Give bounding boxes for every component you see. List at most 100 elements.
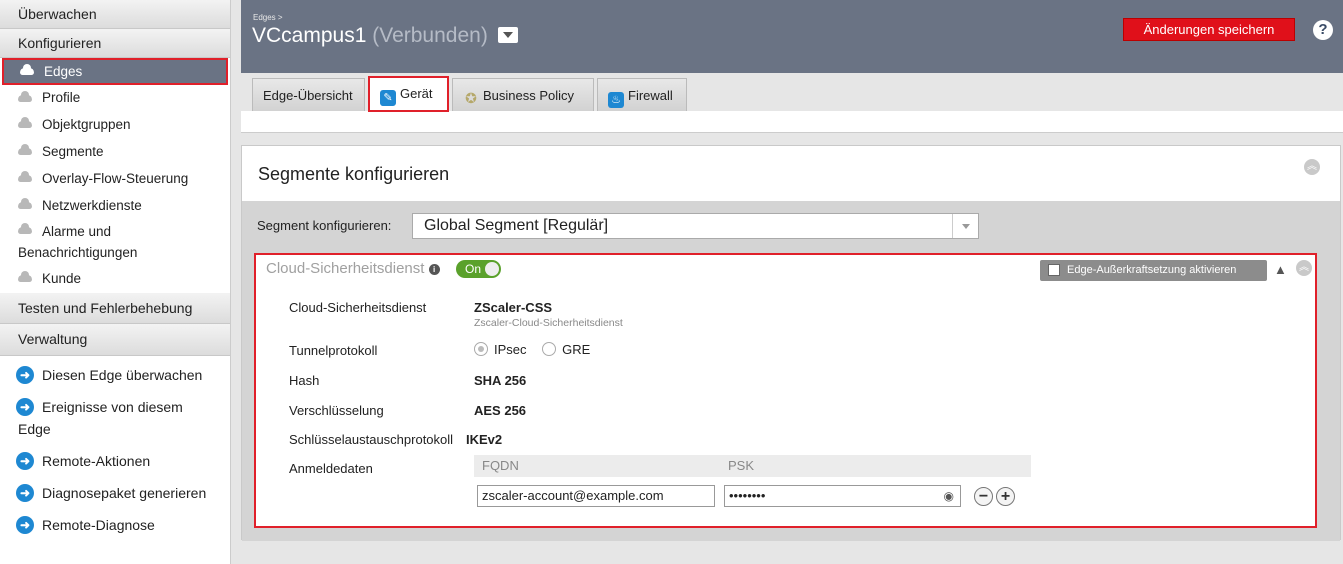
cloud-security-service-section: Cloud-Sicherheitsdienst i On Edge-Außerk… [254, 253, 1317, 528]
css-toggle[interactable]: On [456, 260, 501, 278]
action-edge-events[interactable]: ➜ Ereignisse von diesem Edge [0, 396, 230, 440]
sidebar-item-label-cont: Benachrichtigungen [18, 245, 138, 260]
tunnel-label: Tunnelprotokoll [289, 343, 378, 358]
credentials-header: FQDN PSK [474, 455, 1031, 477]
radio-icon[interactable] [474, 342, 488, 356]
radio-label: IPsec [494, 342, 527, 357]
remove-row-button[interactable]: − [974, 487, 993, 506]
service-label: Cloud-Sicherheitsdienst [289, 300, 427, 315]
tunnel-options: IPsec GRE [474, 342, 590, 357]
radio-gre[interactable]: GRE [542, 342, 590, 357]
cloud-icon [20, 64, 34, 75]
cloud-icon [18, 223, 32, 234]
tab-label: Gerät [400, 86, 433, 101]
segment-select-value: Global Segment [Regulär] [424, 217, 609, 234]
arrow-right-icon: ➜ [16, 484, 34, 502]
encryption-label: Verschlüsselung [289, 403, 384, 418]
cloud-icon [18, 144, 32, 155]
radio-label: GRE [562, 342, 591, 357]
tab-content-strip [241, 111, 1343, 133]
service-value: ZScaler-CSS [474, 300, 553, 315]
service-subtitle: Zscaler-Cloud-Sicherheitsdienst [474, 317, 623, 329]
checkbox-icon[interactable] [1048, 264, 1060, 276]
ike-value: IKEv2 [466, 432, 503, 447]
sidebar-item-overlay-flow[interactable]: Overlay-Flow-Steuerung [0, 165, 230, 192]
sidebar-item-alerts[interactable]: Alarme und Benachrichtigungen [0, 219, 230, 267]
arrow-right-icon: ➜ [16, 366, 34, 384]
segments-panel: Segmente konfigurieren ︽ Segment konfigu… [241, 145, 1341, 541]
tab-edge-overview[interactable]: Edge-Übersicht [252, 78, 365, 111]
tab-label: Business Policy [483, 88, 575, 103]
collapse-icon[interactable]: ︽ [1296, 260, 1312, 276]
section-title: Cloud-Sicherheitsdienst i [266, 260, 440, 277]
action-remote-diagnostics[interactable]: ➜ Remote-Diagnose [0, 514, 230, 536]
sidebar-item-edges[interactable]: Edges [2, 58, 228, 85]
add-row-button[interactable]: + [996, 487, 1015, 506]
panel-title: Segmente konfigurieren [258, 164, 450, 184]
action-label: Remote-Diagnose [42, 517, 155, 533]
cloud-icon [18, 198, 32, 209]
cloud-icon [18, 271, 32, 282]
action-monitor-edge[interactable]: ➜ Diesen Edge überwachen [0, 364, 230, 386]
radio-icon[interactable] [542, 342, 557, 356]
encryption-value: AES 256 [474, 403, 527, 418]
save-changes-button[interactable]: Änderungen speichern [1123, 18, 1295, 41]
section-title-text: Cloud-Sicherheitsdienst [266, 260, 425, 277]
psk-input[interactable]: •••••••• ◉ [724, 485, 961, 507]
tab-label: Firewall [628, 88, 673, 103]
credentials-label: Anmeldedaten [289, 461, 373, 476]
action-label: Ereignisse von diesem [42, 399, 183, 415]
action-remote-actions[interactable]: ➜ Remote-Aktionen [0, 450, 230, 472]
tab-firewall[interactable]: ♨ Firewall [597, 78, 687, 111]
action-label-cont: Edge [18, 421, 51, 437]
edge-name: VCcampus1 [252, 24, 367, 47]
action-label: Diagnosepaket generieren [42, 485, 207, 501]
collapse-icon[interactable]: ︽ [1304, 159, 1320, 175]
psk-value: •••••••• [729, 488, 766, 503]
cloud-icon [18, 171, 32, 182]
sidebar-section-configure[interactable]: Konfigurieren [0, 29, 230, 58]
radio-ipsec[interactable]: IPsec [474, 342, 527, 357]
help-icon[interactable]: ? [1313, 20, 1333, 40]
cloud-icon [18, 91, 32, 102]
edge-dropdown-icon[interactable] [497, 27, 518, 43]
sidebar-section-monitor[interactable]: Überwachen [0, 0, 230, 29]
sidebar: Überwachen Konfigurieren Edges Profile O… [0, 0, 231, 564]
cloud-icon [18, 117, 32, 128]
sidebar-section-test[interactable]: Testen und Fehlerbehebung [0, 293, 230, 324]
segment-label: Segment konfigurieren: [257, 218, 392, 233]
action-label: Diesen Edge überwachen [42, 367, 203, 383]
sidebar-item-customer[interactable]: Kunde [0, 267, 230, 293]
warning-icon: ▲ [1274, 262, 1287, 277]
col-psk: PSK [728, 458, 755, 473]
sidebar-section-admin[interactable]: Verwaltung [0, 324, 230, 356]
tab-device[interactable]: ✎ Gerät [368, 76, 449, 112]
edge-status: (Verbunden) [372, 24, 488, 47]
sidebar-item-segments[interactable]: Segmente [0, 138, 230, 165]
sidebar-item-label: Overlay-Flow-Steuerung [42, 171, 189, 186]
tab-business-policy[interactable]: ✪ Business Policy [452, 78, 594, 111]
firewall-icon: ♨ [608, 92, 624, 108]
sidebar-item-label: Segmente [42, 144, 104, 159]
segment-select[interactable]: Global Segment [Regulär] [412, 213, 979, 239]
info-icon[interactable]: i [428, 264, 440, 275]
eye-icon[interactable]: ◉ [944, 486, 954, 506]
breadcrumb[interactable]: Edges > [253, 13, 283, 22]
edge-title: VCcampus1 (Verbunden) [252, 24, 518, 48]
override-label: Edge-Außerkraftsetzung aktivieren [1067, 264, 1237, 276]
arrow-right-icon: ➜ [16, 398, 34, 416]
sidebar-item-label: Objektgruppen [42, 117, 131, 132]
hash-value: SHA 256 [474, 373, 527, 388]
sidebar-item-network-services[interactable]: Netzwerkdienste [0, 192, 230, 219]
sidebar-item-label: Kunde [42, 271, 82, 286]
sidebar-item-label: Edges [44, 64, 83, 79]
action-diagnostic-bundle[interactable]: ➜ Diagnosepaket generieren [0, 482, 230, 504]
sidebar-item-profile[interactable]: Profile [0, 85, 230, 111]
edge-override-checkbox[interactable]: Edge-Außerkraftsetzung aktivieren [1040, 260, 1267, 281]
arrow-right-icon: ➜ [16, 452, 34, 470]
sidebar-item-label: Netzwerkdienste [42, 198, 142, 213]
chevron-down-icon[interactable] [952, 214, 978, 238]
fqdn-input[interactable]: zscaler-account@example.com [477, 485, 715, 507]
arrow-right-icon: ➜ [16, 516, 34, 534]
sidebar-item-object-groups[interactable]: Objektgruppen [0, 111, 230, 138]
